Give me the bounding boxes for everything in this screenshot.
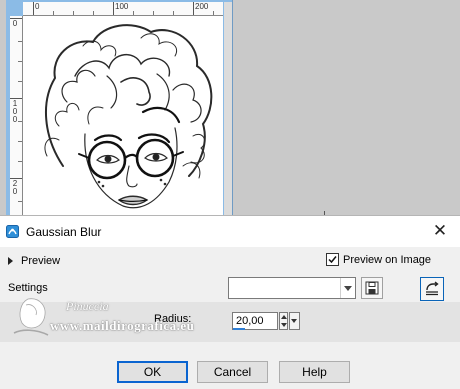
preview-label: Preview	[21, 255, 61, 267]
ruler-tick	[18, 81, 22, 82]
radius-label: Radius:	[154, 313, 192, 325]
ruler-tick	[18, 61, 22, 62]
ruler-label: 2 0	[12, 179, 18, 196]
spin-down-icon[interactable]	[281, 323, 287, 327]
image-canvas[interactable]	[23, 16, 223, 215]
ruler-label: 200	[195, 2, 209, 11]
checkbox-box[interactable]	[326, 253, 339, 266]
preview-expander[interactable]: Preview	[8, 253, 60, 269]
ruler-tick	[153, 11, 154, 15]
ruler-tick	[18, 161, 22, 162]
portrait-sketch-image	[44, 24, 213, 209]
horizontal-ruler: 0 100 200	[23, 2, 223, 16]
spin-up-icon[interactable]	[281, 315, 287, 319]
settings-dropdown[interactable]	[228, 277, 356, 299]
ruler-label: 1 0 0	[12, 99, 18, 124]
vertical-scrollbar[interactable]	[224, 2, 232, 215]
ruler-tick	[18, 201, 22, 202]
ok-button[interactable]: OK	[117, 361, 188, 383]
ruler-tick	[173, 11, 174, 15]
settings-label: Settings	[8, 282, 48, 294]
reset-to-default-icon	[426, 281, 439, 296]
preview-on-image-checkbox[interactable]: Preview on Image	[326, 253, 431, 266]
gaussian-blur-dialog: Gaussian Blur ✕ Preview Preview on Image…	[0, 215, 460, 389]
ruler-tick	[93, 11, 94, 15]
dialog-title: Gaussian Blur	[26, 225, 102, 239]
radius-panel: Radius: 20,00	[0, 302, 460, 342]
ruler-tick	[18, 141, 22, 142]
ruler-label: 0	[12, 19, 18, 28]
chevron-down-icon[interactable]	[340, 278, 355, 298]
radius-slider-dropdown[interactable]	[289, 312, 300, 330]
ruler-tick	[33, 2, 34, 15]
ruler-tick	[133, 11, 134, 15]
close-icon: ✕	[432, 221, 448, 240]
ruler-tick	[73, 11, 74, 15]
vertical-ruler: 0 1 0 0 2 0	[10, 16, 23, 215]
dialog-titlebar[interactable]: Gaussian Blur ✕	[0, 216, 460, 247]
ruler-tick	[18, 41, 22, 42]
reset-to-default-button[interactable]	[420, 277, 444, 301]
cancel-button[interactable]: Cancel	[197, 361, 268, 383]
checkmark-icon	[328, 256, 337, 264]
save-preset-button[interactable]	[361, 277, 383, 299]
chevron-down-icon	[291, 319, 297, 323]
ruler-tick	[113, 2, 114, 15]
ruler-tick	[213, 11, 214, 15]
workspace: 0 100 200 0 1 0 0 2 0	[0, 0, 460, 215]
close-button[interactable]: ✕	[428, 220, 452, 242]
ruler-tick	[193, 2, 194, 15]
radius-slider-indicator	[233, 328, 245, 330]
preview-on-image-label: Preview on Image	[343, 253, 432, 266]
save-preset-icon	[365, 281, 379, 295]
radius-spinner[interactable]	[279, 312, 288, 330]
ruler-label: 100	[115, 2, 129, 11]
ruler-label: 0	[35, 2, 40, 11]
ruler-tick	[53, 11, 54, 15]
help-button[interactable]: Help	[279, 361, 350, 383]
image-document-window[interactable]: 0 100 200 0 1 0 0 2 0	[6, 0, 233, 215]
expand-arrow-icon	[8, 257, 13, 265]
gaussian-blur-icon	[6, 225, 19, 238]
